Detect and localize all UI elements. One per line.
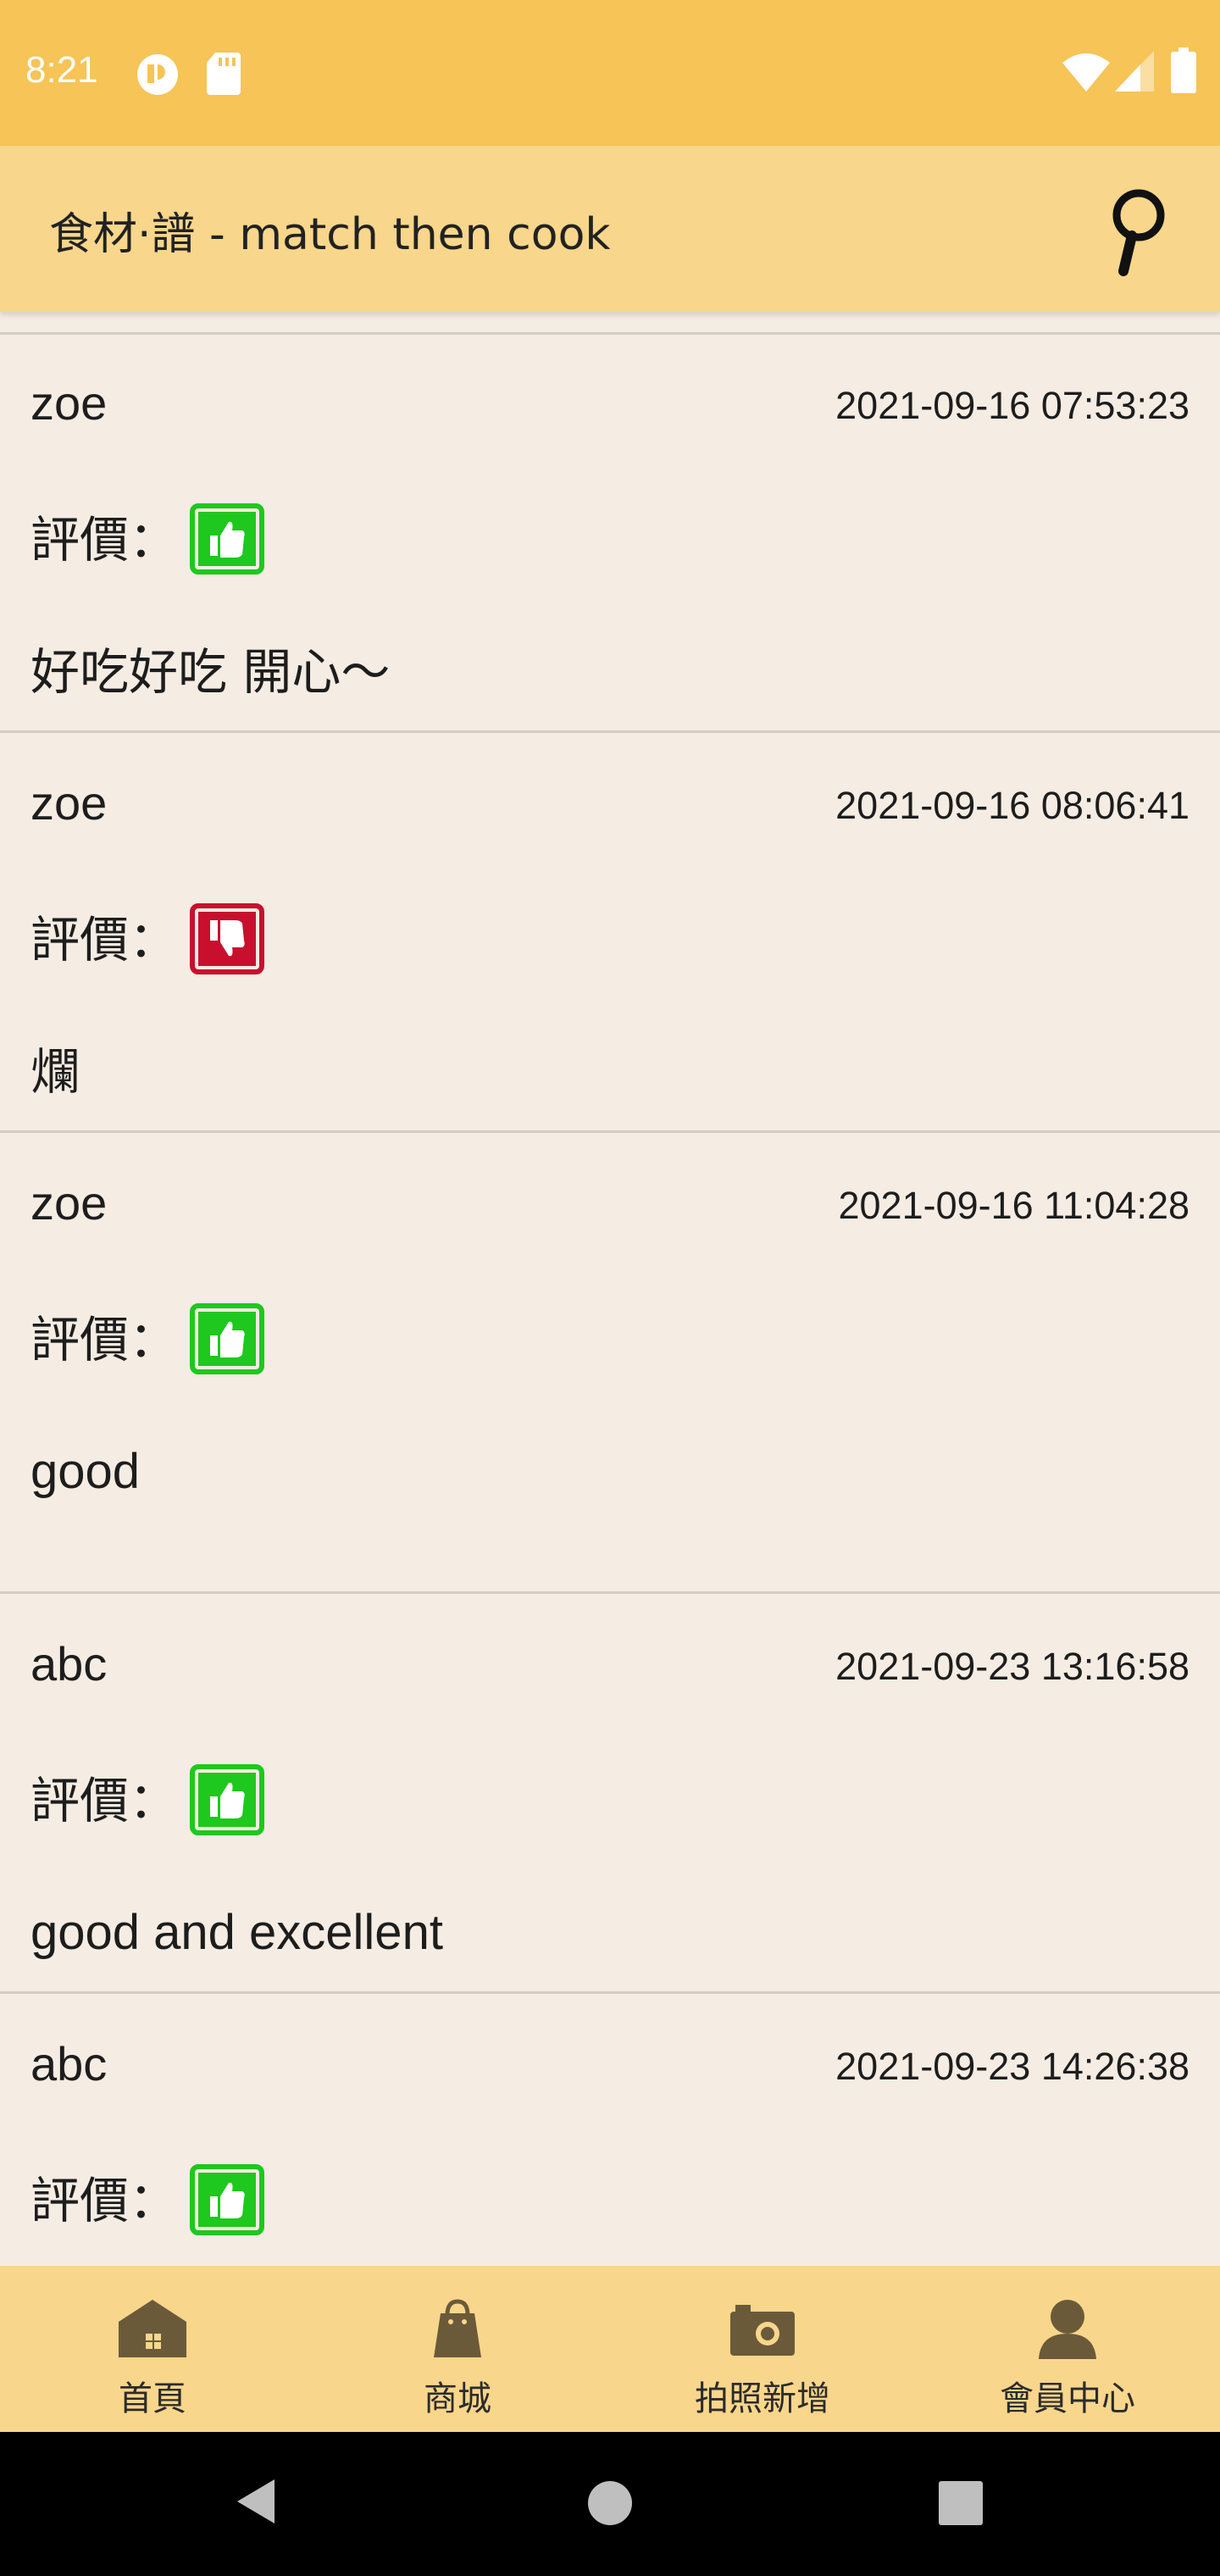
review-item: abc 2021-09-23 14:26:38 評價： <box>0 2040 1220 2266</box>
thumbs-up-icon <box>190 503 264 575</box>
review-item: zoe 2021-09-16 08:06:41 評價： 爛 <box>0 780 1220 1110</box>
nav-item-shop[interactable]: 商城 <box>305 2266 610 2432</box>
system-nav-bar <box>0 2432 1220 2576</box>
review-date: 2021-09-16 08:06:41 <box>835 784 1190 827</box>
nav-label: 拍照新增 <box>695 2379 830 2418</box>
bottom-nav: 首頁 商城 拍照新增 會員中心 <box>0 2266 1220 2432</box>
rating-label: 評價： <box>30 511 179 569</box>
review-date: 2021-09-23 13:16:58 <box>835 1645 1190 1688</box>
review-date: 2021-09-16 11:04:28 <box>838 1184 1190 1227</box>
recents-icon[interactable] <box>939 2481 983 2525</box>
nav-item-add-photo[interactable]: 拍照新增 <box>610 2266 915 2432</box>
review-author: zoe <box>30 376 108 430</box>
nav-item-member[interactable]: 會員中心 <box>915 2266 1220 2432</box>
wifi-icon <box>1062 53 1110 92</box>
nav-label: 會員中心 <box>1000 2379 1135 2418</box>
member-icon <box>1039 2300 1096 2359</box>
list-divider <box>0 1130 1220 1133</box>
status-bar: 8:21 <box>0 0 1220 146</box>
review-comment: good <box>30 1444 141 1499</box>
magnifier-icon[interactable] <box>1098 183 1179 278</box>
home-circle-icon[interactable] <box>586 2479 634 2527</box>
rating-label: 評價： <box>30 1772 179 1829</box>
thumbs-up-icon <box>190 1764 264 1835</box>
back-icon[interactable] <box>230 2476 278 2527</box>
thumbs-up-icon <box>190 1303 264 1374</box>
thumbs-down-icon <box>190 903 264 974</box>
nav-item-home[interactable]: 首頁 <box>0 2266 305 2432</box>
review-author: abc <box>30 1637 108 1690</box>
app-title: 食材·譜 - match then cook <box>49 209 611 260</box>
review-author: zoe <box>30 1176 108 1230</box>
review-date: 2021-09-16 07:53:23 <box>835 384 1190 427</box>
camera-icon <box>730 2305 795 2356</box>
review-item: zoe 2021-09-16 11:04:28 評價： good <box>0 1180 1220 1578</box>
list-divider <box>0 1991 1220 1994</box>
review-author: abc <box>30 2037 108 2090</box>
sd-card-icon <box>207 53 241 95</box>
review-date: 2021-09-23 14:26:38 <box>835 2045 1190 2088</box>
app-notification-icon <box>137 54 178 95</box>
shopping-bag-icon <box>434 2299 481 2357</box>
list-divider <box>0 332 1220 335</box>
battery-icon <box>1171 47 1196 93</box>
review-comment: good and excellent <box>30 1905 443 1960</box>
home-icon <box>119 2300 186 2357</box>
review-comment: 爛 <box>30 1043 80 1101</box>
rating-label: 評價： <box>30 911 179 969</box>
app-bar: 食材·譜 - match then cook <box>0 146 1220 312</box>
review-item: abc 2021-09-23 13:16:58 評價： good and exc… <box>0 1641 1220 1971</box>
nav-label: 首頁 <box>119 2379 186 2418</box>
rating-label: 評價： <box>30 1311 179 1368</box>
list-divider <box>0 1591 1220 1594</box>
thumbs-up-icon <box>190 2164 264 2235</box>
list-divider <box>0 730 1220 733</box>
review-item: zoe 2021-09-16 07:53:23 評價： 好吃好吃 開心～ <box>0 380 1220 710</box>
nav-label: 商城 <box>424 2379 491 2418</box>
review-author: zoe <box>30 776 108 830</box>
cellular-signal-icon <box>1115 51 1154 92</box>
status-time: 8:21 <box>25 49 98 91</box>
rating-label: 評價： <box>30 2172 179 2229</box>
review-list[interactable]: zoe 2021-09-16 07:53:23 評價： 好吃好吃 開心～ zoe… <box>0 312 1220 2266</box>
review-comment: 好吃好吃 開心～ <box>30 643 391 701</box>
